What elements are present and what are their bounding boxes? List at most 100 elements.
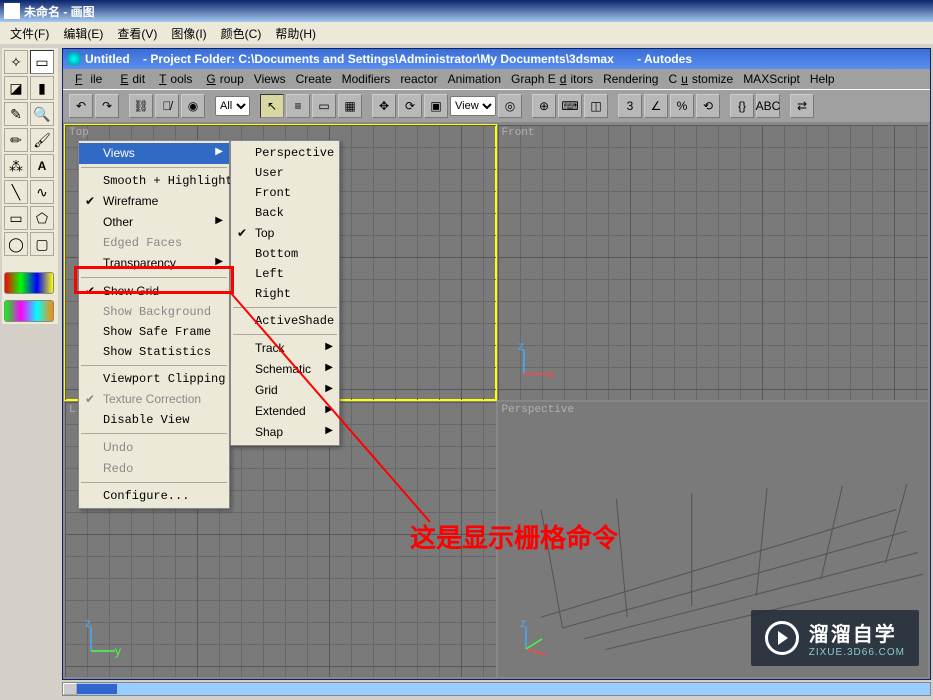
tool-curve-icon[interactable]: ∿ [30, 180, 54, 204]
pivot-icon[interactable]: ◎ [498, 94, 522, 118]
menu-customize[interactable]: Customize [664, 71, 737, 87]
keyboard-icon[interactable]: ⌨ [558, 94, 582, 118]
tool-rect-icon[interactable]: ▭ [4, 206, 28, 230]
outer-menu-file[interactable]: 文件(F) [4, 23, 55, 44]
menu-create[interactable]: Create [292, 71, 336, 87]
menu-modifiers[interactable]: Modifiers [338, 71, 395, 87]
tool-roundrect-icon[interactable]: ▢ [30, 232, 54, 256]
viewport-front[interactable]: Front z x [498, 125, 929, 400]
named-sel-edit-icon[interactable]: {} [730, 94, 754, 118]
tool-text-icon[interactable]: A [30, 154, 54, 178]
scroll-thumb[interactable] [77, 684, 117, 694]
outer-menu-help[interactable]: 帮助(H) [269, 23, 322, 44]
scale-icon[interactable]: ▣ [424, 94, 448, 118]
menu-item-other[interactable]: Other▶ [79, 212, 229, 233]
menu-views[interactable]: Views [250, 71, 290, 87]
spinner-snap-icon[interactable]: ⟲ [696, 94, 720, 118]
scroll-left-icon[interactable] [63, 683, 77, 695]
menu-item-wireframe[interactable]: ✔Wireframe [79, 191, 229, 212]
outer-menu-image[interactable]: 图像(I) [165, 23, 212, 44]
menu-item-undo[interactable]: Undo [79, 437, 229, 458]
percent-snap-icon[interactable]: % [670, 94, 694, 118]
menu-tools[interactable]: Tools [151, 71, 196, 87]
menu-item-disable[interactable]: Disable View [79, 410, 229, 430]
named-sel-icon[interactable]: ◫ [584, 94, 608, 118]
menu-maxscript[interactable]: MAXScript [739, 71, 804, 87]
viewport-context-menu: Views▶ Smooth + Highlights ✔Wireframe Ot… [78, 140, 230, 509]
submenu-extended[interactable]: Extended▶ [231, 401, 339, 422]
tool-ellipse-icon[interactable]: ◯ [4, 232, 28, 256]
menu-file[interactable]: File [67, 71, 110, 87]
submenu-user[interactable]: User [231, 163, 339, 183]
named-set-icon[interactable]: ABC [756, 94, 780, 118]
tool-select-icon[interactable]: ▭ [30, 50, 54, 74]
undo-icon[interactable]: ↶ [69, 94, 93, 118]
menu-item-edged[interactable]: Edged Faces [79, 233, 229, 253]
menu-graph-editors[interactable]: Graph Editors [507, 71, 597, 87]
submenu-schematic[interactable]: Schematic▶ [231, 359, 339, 380]
rotate-icon[interactable]: ⟳ [398, 94, 422, 118]
menu-item-views[interactable]: Views▶ [79, 143, 229, 164]
select-name-icon[interactable]: ≡ [286, 94, 310, 118]
menu-group[interactable]: Group [198, 71, 247, 87]
submenu-shape[interactable]: Shap▶ [231, 422, 339, 443]
tool-brush-icon[interactable]: 🖌 [30, 128, 54, 152]
submenu-front[interactable]: Front [231, 183, 339, 203]
submenu-back[interactable]: Back [231, 203, 339, 223]
select-cursor-icon[interactable]: ↖ [260, 94, 284, 118]
move-icon[interactable]: ✥ [372, 94, 396, 118]
horizontal-scrollbar[interactable] [62, 682, 931, 696]
outer-menu-color[interactable]: 颜色(C) [215, 23, 268, 44]
manipulate-icon[interactable]: ⊕ [532, 94, 556, 118]
selection-filter-dropdown[interactable]: All [215, 96, 250, 116]
submenu-activeshade[interactable]: ActiveShade [231, 311, 339, 331]
submenu-top[interactable]: ✔Top [231, 223, 339, 244]
select-region-icon[interactable]: ▭ [312, 94, 336, 118]
outer-menu-edit[interactable]: 编辑(E) [57, 23, 109, 44]
submenu-grid[interactable]: Grid▶ [231, 380, 339, 401]
menu-item-texture[interactable]: ✔Texture Correction [79, 389, 229, 410]
angle-snap-icon[interactable]: ∠ [644, 94, 668, 118]
inner-toolbar: ↶ ↷ ⛓ ⛓̸ ◉ All ↖ ≡ ▭ ▦ ✥ ⟳ ▣ View ◎ ⊕ ⌨ … [63, 89, 930, 123]
submenu-right[interactable]: Right [231, 284, 339, 304]
menu-item-statistics[interactable]: Show Statistics [79, 342, 229, 362]
snap-icon[interactable]: 3 [618, 94, 642, 118]
submenu-bottom[interactable]: Bottom [231, 244, 339, 264]
submenu-perspective[interactable]: Perspective [231, 143, 339, 163]
tool-pencil-icon[interactable]: ✏ [4, 128, 28, 152]
menu-reactor[interactable]: reactor [396, 71, 441, 87]
redo-icon[interactable]: ↷ [95, 94, 119, 118]
window-crossing-icon[interactable]: ▦ [338, 94, 362, 118]
tool-spray-icon[interactable]: ⁂ [4, 154, 28, 178]
menu-item-transparency[interactable]: Transparency▶ [79, 253, 229, 274]
mirror-icon[interactable]: ⇄ [790, 94, 814, 118]
submenu-left[interactable]: Left [231, 264, 339, 284]
play-icon [765, 621, 799, 655]
menu-help[interactable]: Help [806, 71, 839, 87]
tool-picker-icon[interactable]: ✎ [4, 102, 28, 126]
menu-item-configure[interactable]: Configure... [79, 486, 229, 506]
menu-item-clipping[interactable]: Viewport Clipping [79, 369, 229, 389]
bind-icon[interactable]: ◉ [181, 94, 205, 118]
tool-poly-icon[interactable]: ⬠ [30, 206, 54, 230]
link-icon[interactable]: ⛓ [129, 94, 153, 118]
menu-item-show-bg[interactable]: Show Background [79, 302, 229, 322]
tool-fill-icon[interactable]: ▮ [30, 76, 54, 100]
menu-item-safe-frame[interactable]: Show Safe Frame [79, 322, 229, 342]
tool-eraser-icon[interactable]: ◪ [4, 76, 28, 100]
outer-menu-view[interactable]: 查看(V) [111, 23, 163, 44]
menu-item-smooth[interactable]: Smooth + Highlights [79, 171, 229, 191]
tool-freeform-icon[interactable]: ✧ [4, 50, 28, 74]
ref-coord-dropdown[interactable]: View [450, 96, 496, 116]
menu-animation[interactable]: Animation [444, 71, 505, 87]
menu-rendering[interactable]: Rendering [599, 71, 662, 87]
menu-edit[interactable]: Edit [112, 71, 149, 87]
menu-item-show-grid[interactable]: ✔Show Grid [79, 281, 229, 302]
unlink-icon[interactable]: ⛓̸ [155, 94, 179, 118]
tool-line-icon[interactable]: ╲ [4, 180, 28, 204]
tool-zoom-icon[interactable]: 🔍 [30, 102, 54, 126]
submenu-track[interactable]: Track▶ [231, 338, 339, 359]
menu-item-redo[interactable]: Redo [79, 458, 229, 479]
palette-swatch-1[interactable] [4, 272, 54, 294]
palette-swatch-2[interactable] [4, 300, 54, 322]
